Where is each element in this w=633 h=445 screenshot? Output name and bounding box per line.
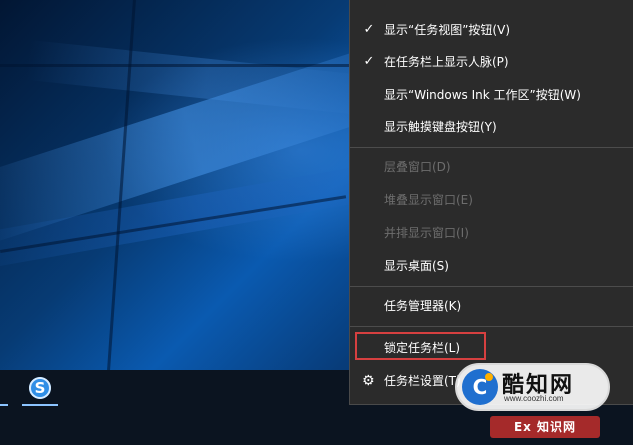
menu-item-label: 在任务栏上显示人脉(P) (384, 55, 509, 69)
menu-item-label: 层叠窗口(D) (384, 160, 451, 174)
menu-item-show-windows-ink-button[interactable]: 显示“Windows Ink 工作区”按钮(W) (350, 80, 633, 110)
checkmark-icon: ✓ (363, 54, 375, 69)
menu-item-show-desktop[interactable]: 显示桌面(S) (350, 251, 633, 281)
menu-item-label: 显示触摸键盘按钮(Y) (384, 120, 497, 134)
wallpaper-window-frame (0, 64, 350, 67)
taskbar-app-button[interactable]: S (20, 370, 60, 406)
watermark-dot (485, 373, 493, 381)
menu-separator (350, 326, 633, 327)
menu-item-show-people[interactable]: ✓ 在任务栏上显示人脉(P) (350, 47, 633, 77)
checkmark-icon: ✓ (363, 22, 375, 37)
highlight-box (355, 332, 486, 360)
menu-item-label: 堆叠显示窗口(E) (384, 193, 473, 207)
watermark-logo: C 酷知网 www.coozhi.com (455, 363, 610, 419)
menu-item-side-by-side-windows: 并排显示窗口(I) (350, 218, 633, 248)
menu-item-label: 并排显示窗口(I) (384, 226, 469, 240)
menu-item-label: 显示“任务视图”按钮(V) (384, 23, 511, 37)
menu-item-label: 任务栏设置(T) (384, 374, 461, 388)
taskbar-context-menu: ✓ 显示“任务视图”按钮(V) ✓ 在任务栏上显示人脉(P) 显示“Window… (349, 0, 633, 405)
menu-item-stack-windows: 堆叠显示窗口(E) (350, 185, 633, 215)
menu-item-task-manager[interactable]: 任务管理器(K) (350, 291, 633, 321)
menu-item-cascade-windows: 层叠窗口(D) (350, 152, 633, 182)
menu-item-label: 任务管理器(K) (384, 299, 462, 313)
watermark-strip: Ex 知识网 (490, 416, 600, 438)
taskbar-running-indicator (0, 404, 8, 406)
sogou-icon: S (29, 377, 51, 399)
gear-icon: ⚙ (362, 373, 375, 389)
taskbar-running-indicator (22, 404, 58, 406)
menu-separator (350, 286, 633, 287)
menu-separator (350, 147, 633, 148)
menu-item-show-touch-keyboard-button[interactable]: 显示触摸键盘按钮(Y) (350, 112, 633, 142)
menu-item-show-task-view-button[interactable]: ✓ 显示“任务视图”按钮(V) (350, 15, 633, 45)
watermark-url: www.coozhi.com (504, 394, 564, 403)
menu-item-label: 显示桌面(S) (384, 259, 449, 273)
menu-item-label: 显示“Windows Ink 工作区”按钮(W) (384, 88, 581, 102)
